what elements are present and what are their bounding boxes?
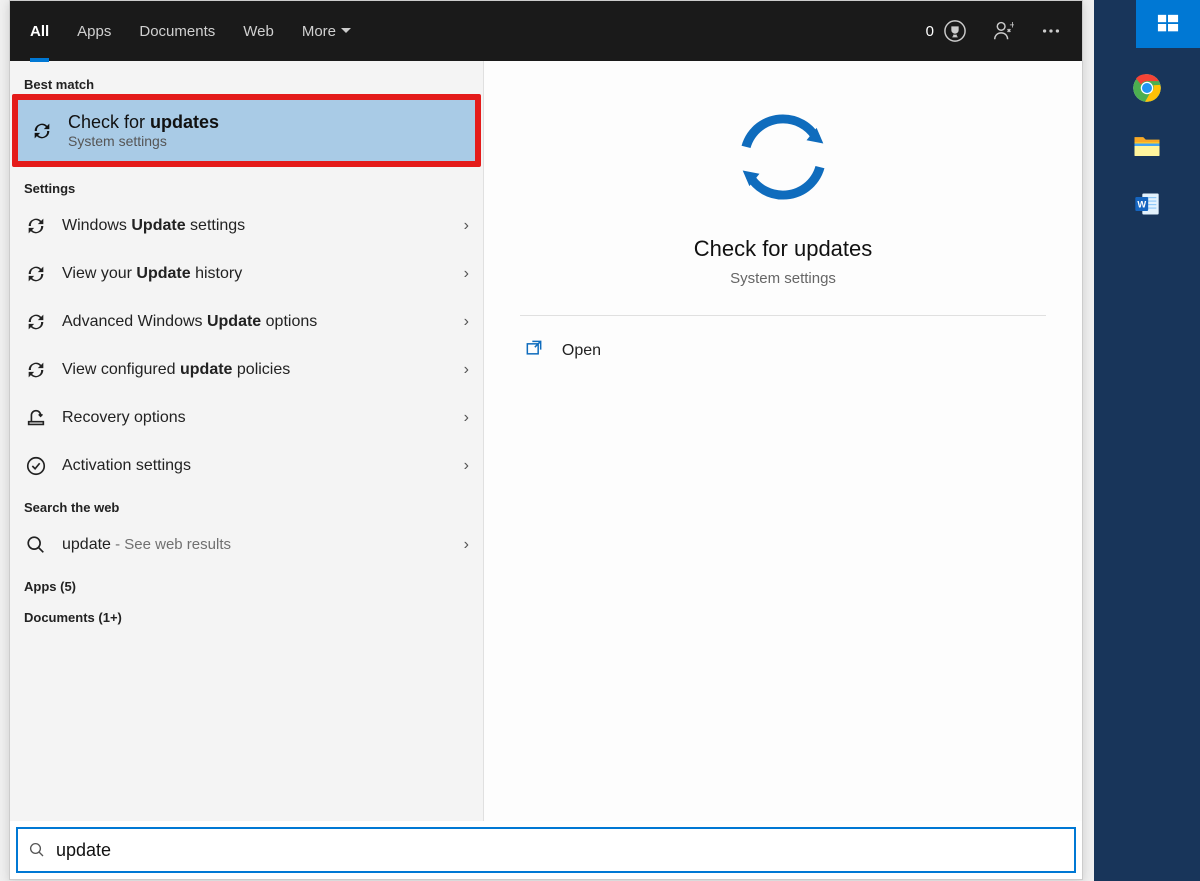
tab-all[interactable]: All bbox=[30, 1, 49, 61]
chevron-right-icon: › bbox=[464, 457, 469, 475]
refresh-icon bbox=[24, 311, 48, 333]
taskbar-chrome[interactable] bbox=[1118, 64, 1176, 112]
open-action[interactable]: Open bbox=[520, 326, 1046, 375]
group-apps[interactable]: Apps (5) bbox=[10, 569, 483, 600]
taskbar: W bbox=[1094, 0, 1200, 881]
results-list: Best match Check for updates System sett… bbox=[10, 61, 484, 821]
row-label: Windows Update settings bbox=[62, 217, 450, 235]
best-match-subtitle: System settings bbox=[68, 133, 219, 149]
refresh-icon bbox=[30, 120, 54, 142]
chrome-icon bbox=[1132, 73, 1162, 103]
settings-row-update-policies[interactable]: View configured update policies › bbox=[10, 346, 483, 394]
start-button[interactable] bbox=[1136, 0, 1200, 48]
taskbar-file-explorer[interactable] bbox=[1118, 122, 1176, 170]
divider bbox=[520, 315, 1046, 316]
settings-row-activation-settings[interactable]: Activation settings › bbox=[10, 442, 483, 490]
preview-pane: Check for updates System settings Open bbox=[484, 61, 1082, 821]
chevron-right-icon: › bbox=[464, 409, 469, 427]
chevron-right-icon: › bbox=[464, 217, 469, 235]
web-result-row[interactable]: update - See web results › bbox=[10, 521, 483, 569]
refresh-icon bbox=[24, 263, 48, 285]
more-options-icon[interactable] bbox=[1040, 20, 1062, 42]
chevron-right-icon: › bbox=[464, 265, 469, 283]
tab-apps[interactable]: Apps bbox=[77, 1, 111, 61]
group-documents[interactable]: Documents (1+) bbox=[10, 600, 483, 631]
chevron-right-icon: › bbox=[464, 313, 469, 331]
tab-label: Documents bbox=[139, 23, 215, 40]
best-match-title: Check for updates bbox=[68, 112, 219, 133]
account-icon[interactable]: + bbox=[992, 20, 1014, 42]
row-label: Recovery options bbox=[62, 409, 450, 427]
group-settings: Settings bbox=[10, 171, 483, 202]
file-explorer-icon bbox=[1132, 131, 1162, 161]
settings-row-advanced-update-options[interactable]: Advanced Windows Update options › bbox=[10, 298, 483, 346]
taskbar-word[interactable]: W bbox=[1118, 180, 1176, 228]
rewards-points: 0 bbox=[926, 23, 934, 40]
chevron-right-icon: › bbox=[464, 536, 469, 554]
settings-row-update-history[interactable]: View your Update history › bbox=[10, 250, 483, 298]
tab-documents[interactable]: Documents bbox=[139, 1, 215, 61]
tab-label: All bbox=[30, 23, 49, 40]
chevron-right-icon: › bbox=[464, 361, 469, 379]
trophy-icon bbox=[944, 20, 966, 42]
row-label: View configured update policies bbox=[62, 361, 450, 379]
search-panel: All Apps Documents Web More 0 + bbox=[9, 0, 1083, 880]
row-label: Activation settings bbox=[62, 457, 450, 475]
group-search-web: Search the web bbox=[10, 490, 483, 521]
tab-label: More bbox=[302, 23, 336, 40]
word-icon: W bbox=[1133, 190, 1161, 218]
tab-label: Web bbox=[243, 23, 274, 40]
settings-row-recovery-options[interactable]: Recovery options › bbox=[10, 394, 483, 442]
svg-text:+: + bbox=[1009, 20, 1014, 31]
search-input[interactable] bbox=[56, 840, 1064, 861]
recovery-icon bbox=[24, 407, 48, 429]
refresh-icon bbox=[24, 359, 48, 381]
search-icon bbox=[28, 841, 46, 859]
search-box[interactable] bbox=[16, 827, 1076, 873]
refresh-icon bbox=[24, 215, 48, 237]
chevron-down-icon bbox=[340, 25, 352, 37]
row-label: update - See web results bbox=[62, 536, 450, 554]
best-match-result[interactable]: Check for updates System settings bbox=[16, 98, 477, 163]
settings-row-windows-update-settings[interactable]: Windows Update settings › bbox=[10, 202, 483, 250]
tab-label: Apps bbox=[77, 23, 111, 40]
tab-web[interactable]: Web bbox=[243, 1, 274, 61]
update-hero-icon bbox=[727, 101, 839, 218]
open-label: Open bbox=[562, 342, 601, 360]
open-icon bbox=[524, 338, 544, 363]
checkmark-circle-icon bbox=[24, 455, 48, 477]
windows-logo-icon bbox=[1157, 13, 1179, 35]
row-label: View your Update history bbox=[62, 265, 450, 283]
row-label: Advanced Windows Update options bbox=[62, 313, 450, 331]
tab-more[interactable]: More bbox=[302, 1, 352, 61]
preview-subtitle: System settings bbox=[730, 270, 836, 287]
svg-text:W: W bbox=[1137, 200, 1146, 210]
preview-title: Check for updates bbox=[694, 236, 873, 262]
search-icon bbox=[24, 534, 48, 556]
search-topbar: All Apps Documents Web More 0 + bbox=[10, 1, 1082, 61]
group-best-match: Best match bbox=[10, 67, 483, 98]
rewards-button[interactable]: 0 bbox=[926, 20, 966, 42]
